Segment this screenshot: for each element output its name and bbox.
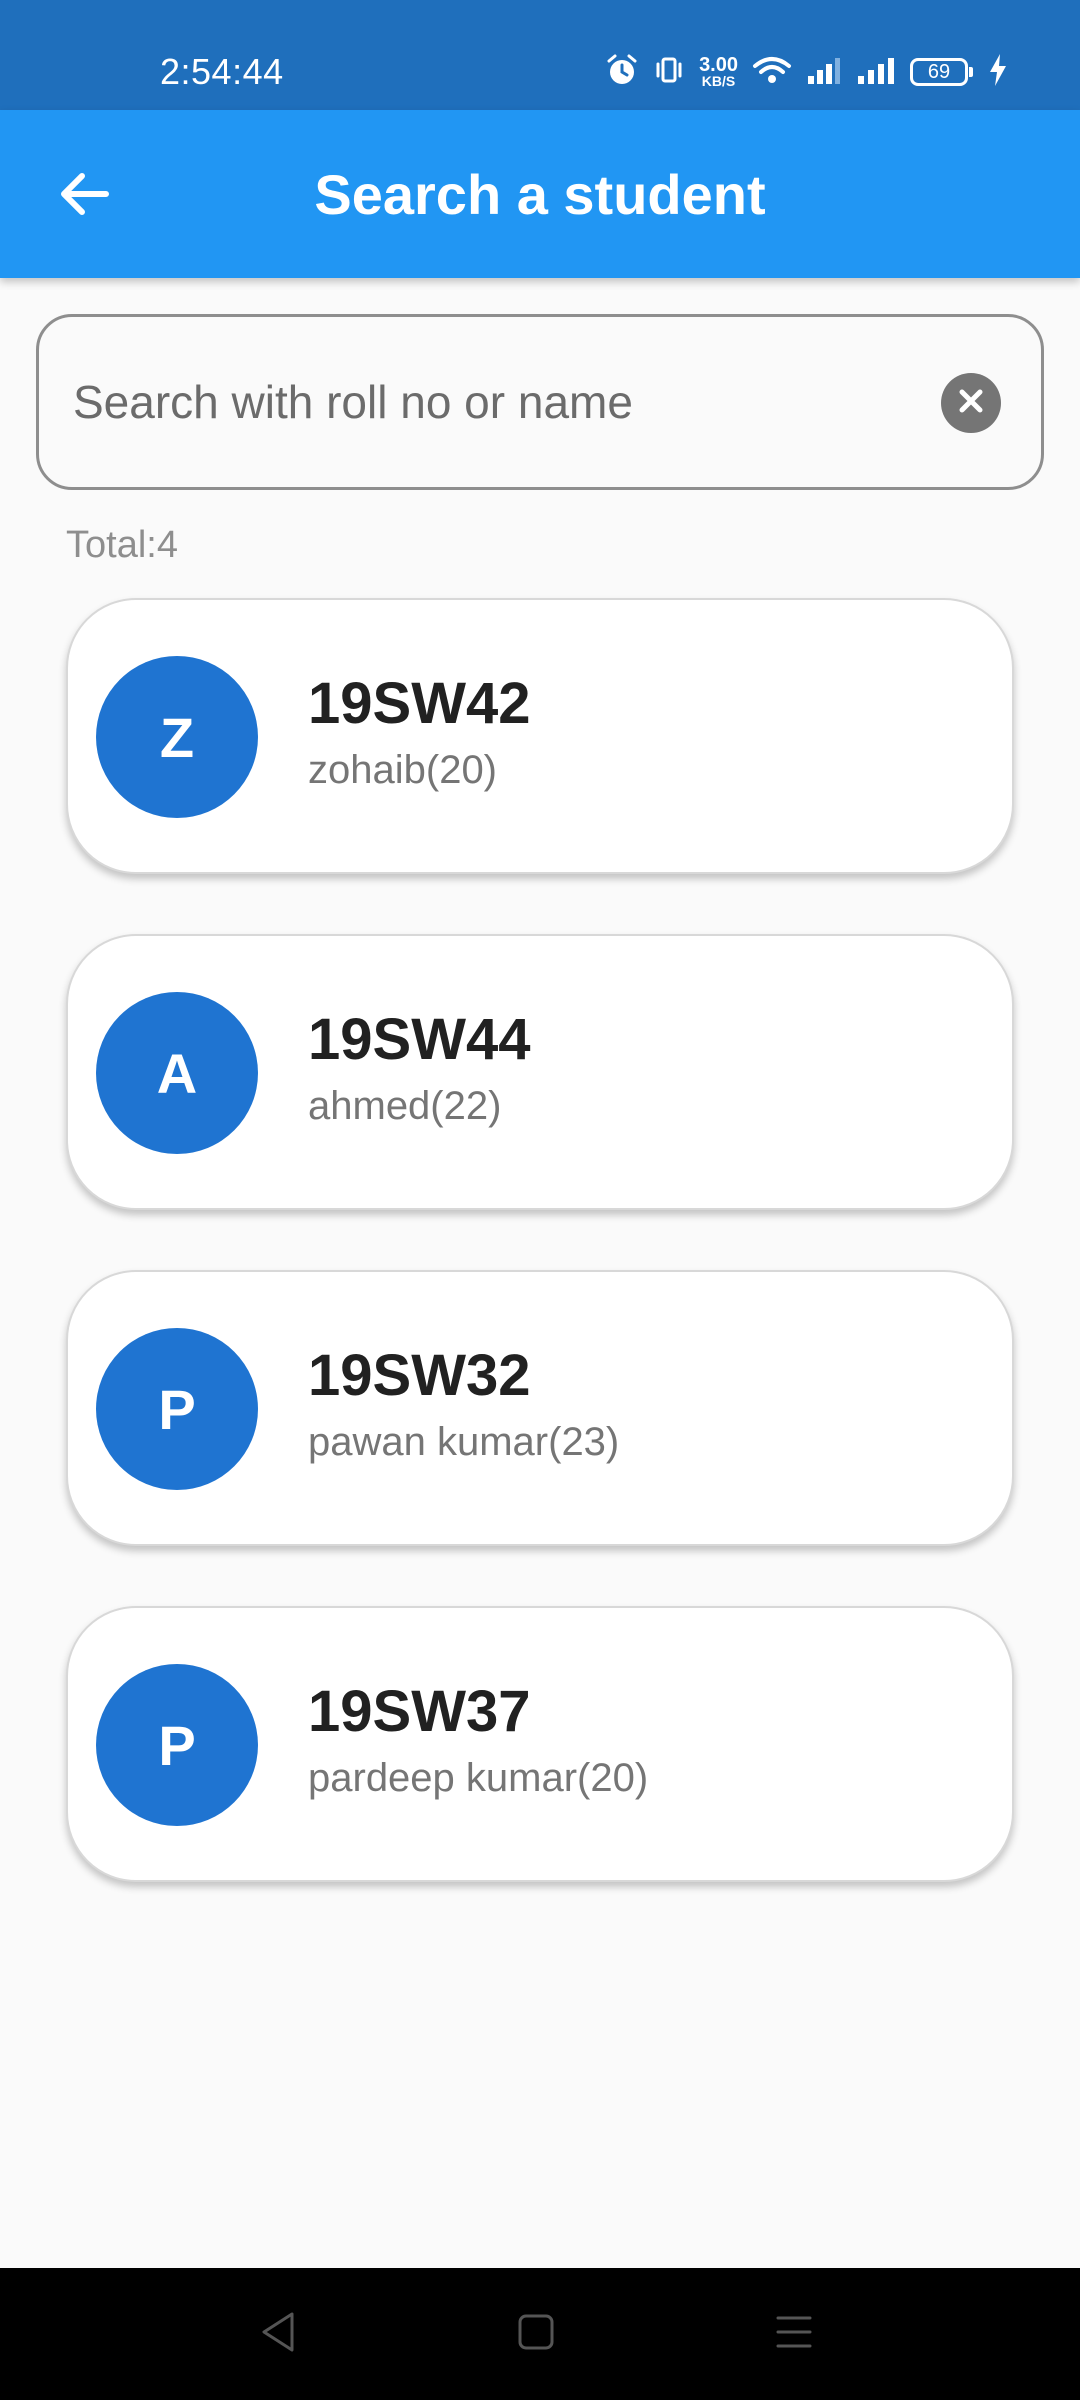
student-roll-number: 19SW37 — [308, 1679, 531, 1744]
app-bar: Search a student — [0, 110, 1080, 278]
student-card[interactable]: P 19SW32 pawan kumar(23) — [66, 1270, 1014, 1546]
nav-home-button[interactable] — [502, 2300, 570, 2368]
system-nav-bar — [0, 2268, 1080, 2400]
student-roll-number: 19SW42 — [308, 671, 531, 736]
network-speed-value: 3.00 — [699, 53, 738, 76]
avatar: P — [96, 1664, 258, 1826]
search-input[interactable] — [73, 357, 893, 447]
student-name: ahmed(22) — [308, 1084, 502, 1128]
menu-lines-icon — [774, 2312, 814, 2357]
status-time: 2:54:44 — [160, 51, 284, 92]
network-speed: 3.00 KB/S — [699, 53, 738, 89]
charging-icon — [988, 53, 1008, 92]
network-speed-unit: KB/S — [701, 72, 736, 89]
student-card[interactable]: A 19SW44 ahmed(22) — [66, 934, 1014, 1210]
status-bar: 2:54:44 3.00 KB/S 69 — [0, 0, 1080, 110]
avatar: A — [96, 992, 258, 1154]
vibrate-icon — [653, 54, 685, 91]
nav-menu-button[interactable] — [760, 2300, 828, 2368]
student-roll-number: 19SW32 — [308, 1343, 531, 1408]
status-icons: 3.00 KB/S 69 — [605, 48, 1008, 96]
student-card[interactable]: P 19SW37 pardeep kumar(20) — [66, 1606, 1014, 1882]
student-name: pawan kumar(23) — [308, 1420, 620, 1464]
total-count: Total:4 — [66, 524, 178, 566]
alarm-icon — [605, 53, 639, 92]
student-list: Z 19SW42 zohaib(20) A 19SW44 ahmed(22) P… — [66, 598, 1014, 1942]
home-square-icon — [516, 2312, 556, 2357]
signal-icon — [856, 54, 896, 91]
back-triangle-icon — [258, 2310, 298, 2359]
avatar: Z — [96, 656, 258, 818]
nav-back-button[interactable] — [244, 2300, 312, 2368]
signal-icon — [806, 54, 842, 91]
student-name: pardeep kumar(20) — [308, 1756, 649, 1800]
search-field[interactable] — [36, 314, 1044, 490]
battery-icon: 69 — [910, 58, 973, 86]
close-icon — [956, 386, 986, 421]
page-title: Search a student — [314, 163, 766, 226]
clear-search-button[interactable] — [941, 373, 1001, 433]
student-card[interactable]: Z 19SW42 zohaib(20) — [66, 598, 1014, 874]
wifi-icon — [752, 54, 792, 91]
student-name: zohaib(20) — [308, 748, 498, 792]
avatar: P — [96, 1328, 258, 1490]
student-roll-number: 19SW44 — [308, 1007, 531, 1072]
